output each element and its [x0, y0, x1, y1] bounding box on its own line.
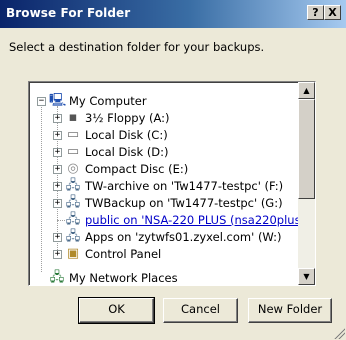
- expand-toggle[interactable]: +: [53, 233, 62, 242]
- tree-item-label: Apps on 'zytwfs01.zyxel.com' (W:): [85, 230, 282, 244]
- ok-button[interactable]: OK: [78, 297, 155, 324]
- tree-item-compact-disc[interactable]: + ◎ Compact Disc (E:): [29, 161, 297, 177]
- tree-item-floppy[interactable]: + ▪ 3½ Floppy (A:): [29, 110, 297, 126]
- tree-item-control-panel[interactable]: + ▣ Control Panel: [29, 246, 297, 262]
- resize-grip-icon[interactable]: [333, 327, 345, 339]
- expand-toggle[interactable]: +: [53, 182, 62, 191]
- collapse-toggle[interactable]: −: [37, 97, 46, 106]
- cancel-button[interactable]: Cancel: [163, 298, 238, 323]
- hard-disk-icon: ▭: [66, 127, 80, 142]
- expand-toggle[interactable]: +: [53, 131, 62, 140]
- expand-toggle[interactable]: +: [53, 114, 62, 123]
- tree-item-label: My Computer: [69, 94, 147, 108]
- floppy-icon: ▪: [68, 110, 78, 125]
- help-button[interactable]: ?: [307, 5, 324, 20]
- network-drive-icon: 🖧: [65, 212, 81, 227]
- tree-connector: [57, 220, 65, 221]
- tree-item-label: Control Panel: [85, 247, 162, 261]
- new-folder-button[interactable]: New Folder: [248, 298, 332, 323]
- hard-disk-icon: ▭: [66, 144, 80, 159]
- tree-item-twbackup[interactable]: + 🖧 TWBackup on 'Tw1477-testpc' (G:): [29, 195, 297, 211]
- tree-item-label: My Network Places: [69, 271, 178, 285]
- folder-tree[interactable]: − 🖳 My Computer + ▪ 3½ Floppy (A:) + ▭ L…: [28, 81, 316, 286]
- window-title: Browse For Folder: [6, 6, 131, 20]
- tree-item-label: TW-archive on 'Tw1477-testpc' (F:): [85, 179, 284, 193]
- tree-item-local-disk-c[interactable]: + ▭ Local Disk (C:): [29, 127, 297, 143]
- tree-item-label: TWBackup on 'Tw1477-testpc' (G:): [85, 196, 283, 210]
- tree-item-label: 3½ Floppy (A:): [85, 111, 170, 125]
- instruction-text: Select a destination folder for your bac…: [9, 40, 265, 54]
- expand-toggle[interactable]: +: [53, 148, 62, 157]
- control-panel-icon: ▣: [66, 246, 80, 261]
- tree-item-label: Local Disk (D:): [85, 145, 169, 159]
- tree-item-my-computer[interactable]: − 🖳 My Computer: [29, 93, 297, 109]
- expand-toggle[interactable]: +: [53, 199, 62, 208]
- network-drive-icon: 🖧: [65, 229, 81, 244]
- browse-for-folder-dialog: Browse For Folder ? X Select a destinati…: [0, 0, 346, 340]
- tree-item-public-nsa220[interactable]: 🖧 public on 'NSA-220 PLUS (nsa220plus)' …: [29, 212, 315, 228]
- network-drive-icon: 🖧: [65, 178, 81, 193]
- expand-toggle[interactable]: +: [53, 250, 62, 259]
- network-drive-icon: 🖧: [65, 195, 81, 210]
- close-button[interactable]: X: [324, 5, 341, 20]
- scroll-thumb[interactable]: [298, 99, 315, 199]
- cd-drive-icon: ◎: [67, 161, 79, 176]
- computer-icon: 🖳: [49, 93, 67, 108]
- tree-item-label: Local Disk (C:): [85, 128, 168, 142]
- tree-item-label: Compact Disc (E:): [85, 162, 189, 176]
- scroll-down-arrow-icon[interactable]: ▼: [298, 268, 315, 285]
- vertical-scrollbar[interactable]: ▲ ▼: [298, 82, 315, 285]
- expand-toggle[interactable]: +: [53, 165, 62, 174]
- tree-item-local-disk-d[interactable]: + ▭ Local Disk (D:): [29, 144, 297, 160]
- network-places-icon: 🖧: [49, 270, 65, 285]
- scroll-up-arrow-icon[interactable]: ▲: [298, 82, 315, 99]
- tree-item-apps-zytwfs01[interactable]: + 🖧 Apps on 'zytwfs01.zyxel.com' (W:): [29, 229, 297, 245]
- tree-item-network-places-partial[interactable]: 🖧 My Network Places: [29, 270, 297, 285]
- tree-item-label: public on 'NSA-220 PLUS (nsa220plus)' (V…: [85, 213, 316, 227]
- title-bar[interactable]: Browse For Folder ? X: [0, 0, 346, 28]
- tree-item-tw-archive[interactable]: + 🖧 TW-archive on 'Tw1477-testpc' (F:): [29, 178, 297, 194]
